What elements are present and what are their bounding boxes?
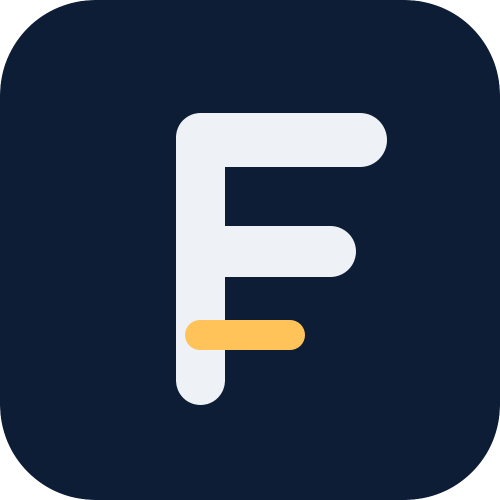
letter-f-logo-icon: [0, 0, 500, 500]
app-icon: [0, 0, 500, 500]
accent-underline: [185, 320, 305, 350]
letter-f-top-bar: [176, 113, 387, 167]
letter-f-middle-bar: [176, 226, 356, 277]
